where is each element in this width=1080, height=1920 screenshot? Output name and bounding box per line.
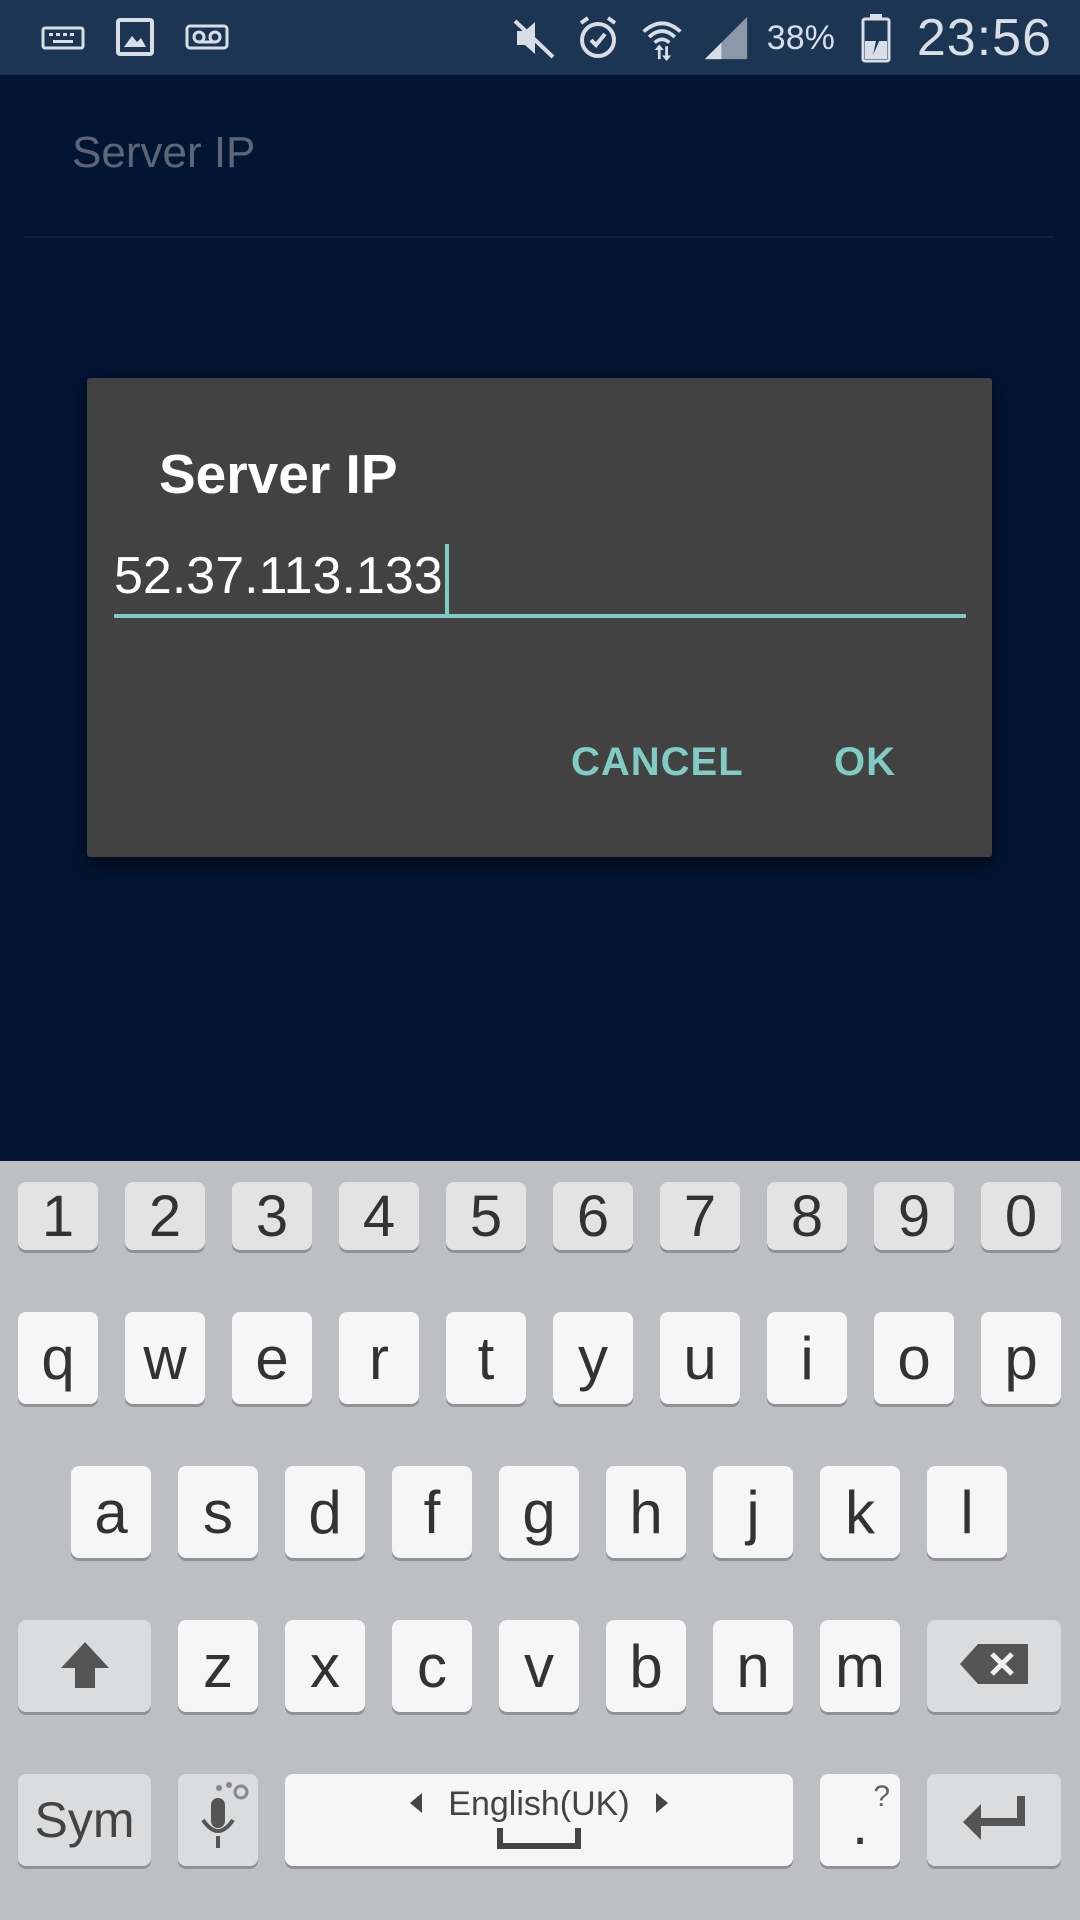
voice-input-key[interactable]: [178, 1774, 258, 1866]
signal-icon: [703, 15, 749, 61]
input-text-wrapper: 52.37.113.133: [114, 538, 449, 615]
period-key[interactable]: ? .: [820, 1774, 900, 1866]
key-x[interactable]: x: [285, 1620, 365, 1712]
enter-key[interactable]: [927, 1774, 1061, 1866]
wifi-icon: [639, 15, 685, 61]
period-label: .: [851, 1791, 869, 1857]
key-6[interactable]: 6: [553, 1182, 633, 1250]
key-f[interactable]: f: [392, 1466, 472, 1558]
sym-label: Sym: [34, 1792, 135, 1848]
key-y[interactable]: y: [553, 1312, 633, 1404]
key-u[interactable]: u: [660, 1312, 740, 1404]
dialog-title: Server IP: [159, 443, 398, 505]
key-k[interactable]: k: [820, 1466, 900, 1558]
enter-icon: [959, 1792, 1029, 1849]
backspace-icon: [958, 1642, 1030, 1691]
key-a[interactable]: a: [71, 1466, 151, 1558]
language-next-icon: [654, 1785, 670, 1824]
key-o[interactable]: o: [874, 1312, 954, 1404]
key-n[interactable]: n: [713, 1620, 793, 1712]
key-s[interactable]: s: [178, 1466, 258, 1558]
key-m[interactable]: m: [820, 1620, 900, 1712]
key-v[interactable]: v: [499, 1620, 579, 1712]
mute-icon: [511, 15, 557, 61]
shift-key[interactable]: [18, 1620, 151, 1712]
battery-charging-icon: [853, 14, 899, 63]
server-ip-dialog: Server IP 52.37.113.133 CANCEL OK: [87, 378, 992, 857]
period-hint: ?: [873, 1780, 890, 1813]
key-p[interactable]: p: [981, 1312, 1061, 1404]
server-ip-value: 52.37.113.133: [114, 547, 443, 605]
key-4[interactable]: 4: [339, 1182, 419, 1250]
key-q[interactable]: q: [18, 1312, 98, 1404]
key-8[interactable]: 8: [767, 1182, 847, 1250]
keyboard: 1 2 3 4 5 6 7 8 9 0 q w e r t y u i o p …: [0, 1161, 1080, 1920]
status-left-icons: [40, 14, 230, 60]
key-1[interactable]: 1: [18, 1182, 98, 1250]
clock: 23:56: [916, 9, 1052, 67]
key-t[interactable]: t: [446, 1312, 526, 1404]
alarm-icon: [575, 15, 621, 61]
key-0[interactable]: 0: [981, 1182, 1061, 1250]
key-z[interactable]: z: [178, 1620, 258, 1712]
language-prev-icon: [408, 1785, 424, 1824]
key-3[interactable]: 3: [232, 1182, 312, 1250]
key-e[interactable]: e: [232, 1312, 312, 1404]
microphone-icon: [183, 1780, 253, 1861]
space-key-content: English(UK): [408, 1785, 669, 1855]
language-label: English(UK): [448, 1785, 630, 1823]
space-bar-icon: [496, 1824, 582, 1855]
ok-button[interactable]: OK: [834, 740, 896, 785]
space-key[interactable]: English(UK): [285, 1774, 793, 1866]
cancel-button[interactable]: CANCEL: [571, 740, 744, 785]
key-9[interactable]: 9: [874, 1182, 954, 1250]
key-2[interactable]: 2: [125, 1182, 205, 1250]
key-l[interactable]: l: [927, 1466, 1007, 1558]
text-caret: [444, 544, 449, 615]
key-5[interactable]: 5: [446, 1182, 526, 1250]
backspace-key[interactable]: [927, 1620, 1061, 1712]
key-j[interactable]: j: [713, 1466, 793, 1558]
key-g[interactable]: g: [499, 1466, 579, 1558]
preference-title[interactable]: Server IP: [72, 128, 255, 178]
keyboard-icon: [40, 14, 86, 60]
divider: [24, 236, 1054, 238]
language-switch: English(UK): [408, 1785, 669, 1824]
key-r[interactable]: r: [339, 1312, 419, 1404]
key-d[interactable]: d: [285, 1466, 365, 1558]
key-h[interactable]: h: [606, 1466, 686, 1558]
sym-key[interactable]: Sym: [18, 1774, 151, 1866]
server-ip-input[interactable]: 52.37.113.133: [114, 538, 966, 618]
status-right-icons: 38% 23:56: [511, 8, 1052, 68]
key-c[interactable]: c: [392, 1620, 472, 1712]
voicemail-icon: [184, 14, 230, 60]
image-icon: [112, 14, 158, 60]
key-i[interactable]: i: [767, 1312, 847, 1404]
key-w[interactable]: w: [125, 1312, 205, 1404]
battery-percent: 38%: [766, 18, 835, 57]
key-7[interactable]: 7: [660, 1182, 740, 1250]
status-bar: 38% 23:56: [0, 0, 1080, 75]
shift-arrow-icon: [57, 1636, 113, 1697]
key-b[interactable]: b: [606, 1620, 686, 1712]
